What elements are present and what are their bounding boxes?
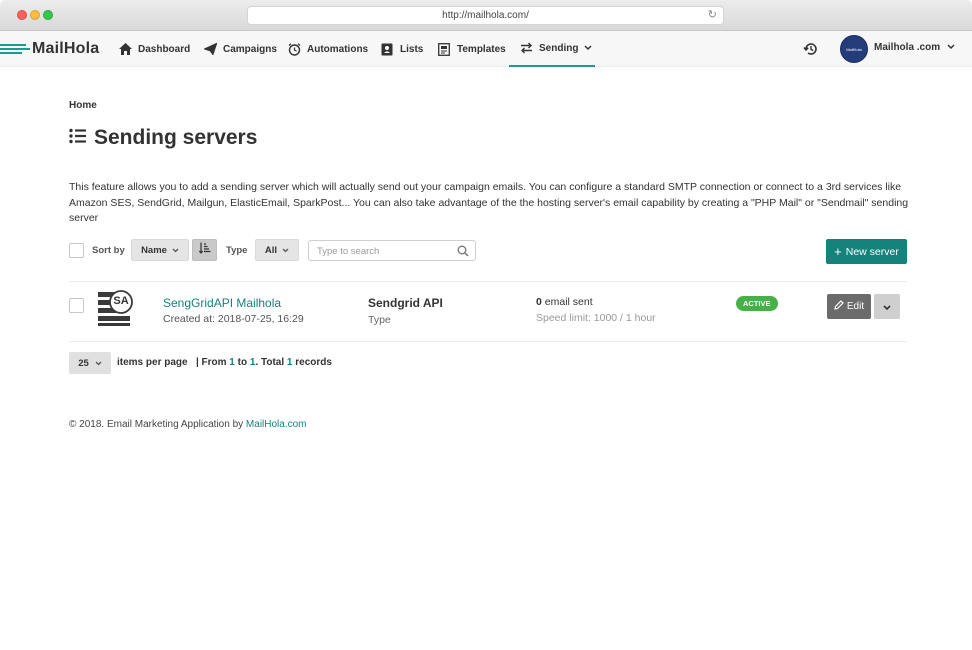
sort-amount-icon [198,241,211,259]
pager-total-word: . Total [255,357,285,368]
pager-summary: items per page | From 1 to 1. Total 1 re… [117,357,332,368]
nav-item-label: Campaigns [223,43,277,55]
pagination: 25 items per page | From 1 to 1. Total 1… [69,352,569,374]
account-name: Mailhola .com [874,41,941,53]
per-page-value: 25 [78,357,89,369]
speed-limit: Speed limit: 1000 / 1 hour [536,312,656,324]
plus-icon: + [834,244,842,259]
server-created-at: Created at: 2018-07-25, 16:29 [163,313,304,325]
top-navigation: MailHola Dashboard Campaigns Automations… [0,31,972,67]
history-icon[interactable] [803,41,819,57]
account-menu[interactable]: Mailhola .com [874,31,955,63]
nav-item-label: Sending [539,42,579,54]
list-icon [69,128,86,149]
nav-item-sending[interactable]: Sending [509,31,595,67]
sort-select-value: Name [141,244,167,256]
alarm-clock-icon [287,42,301,56]
type-filter-value: All [264,244,278,256]
close-window-button[interactable] [17,10,27,20]
search-input[interactable] [309,242,449,261]
emails-sent-label: email sent [544,296,593,308]
emails-sent-count: 0 [536,296,542,308]
pager-records-word: records [295,357,332,368]
per-page-select[interactable]: 25 [69,352,111,374]
footer-link[interactable]: MailHola.com [246,419,307,430]
chevron-down-icon [172,245,179,256]
row-actions-dropdown[interactable] [874,294,900,319]
nav-item-campaigns[interactable]: Campaigns [203,31,277,67]
sort-direction-button[interactable] [192,239,217,261]
browser-chrome: http://mailhola.com/ ↻ [0,0,972,31]
pager-from: 1 [229,357,235,368]
row-checkbox[interactable] [69,298,84,313]
breadcrumb-home[interactable]: Home [69,100,97,111]
edit-label: Edit [846,301,865,312]
type-filter-select[interactable]: All [255,239,299,261]
paper-plane-icon [203,42,217,56]
brand-logo[interactable]: MailHola [0,38,99,60]
zoom-window-button[interactable] [43,10,53,20]
address-book-icon [380,42,394,56]
brand-name: MailHola [32,40,100,57]
breadcrumb[interactable]: Home [69,100,97,111]
page-title-text: Sending servers [94,126,258,149]
nav-item-templates[interactable]: Templates [437,31,506,67]
search-icon[interactable] [457,244,469,257]
home-icon [118,42,132,56]
minimize-window-button[interactable] [30,10,40,20]
pager-from-prefix: | From [195,357,227,368]
new-server-label: New server [845,245,899,258]
server-type-label: Type [368,314,391,326]
nav-item-lists[interactable]: Lists [380,31,423,67]
page-title: Sending servers [69,124,257,152]
emails-sent: 0 email sent [536,296,593,308]
server-type: Sendgrid API [368,296,443,310]
server-name-link[interactable]: SengGridAPI Mailhola [163,296,281,310]
footer: © 2018. Email Marketing Application by M… [69,419,307,430]
server-icon: SA [98,290,136,326]
pencil-icon [834,300,844,313]
avatar[interactable]: MailHola [840,35,868,63]
divider [69,341,907,342]
chevron-down-icon [947,42,955,53]
nav-item-label: Dashboard [138,43,191,55]
nav-item-automations[interactable]: Automations [287,31,368,67]
search-box [308,240,476,261]
type-filter-label: Type [226,245,248,256]
pager-total: 1 [286,357,293,368]
per-page-label: items per page [117,357,188,368]
sort-by-label: Sort by [92,245,125,256]
select-all-checkbox[interactable] [69,243,84,258]
exchange-icon [519,41,533,55]
avatar-text: MailHola [846,46,862,52]
template-icon [437,42,451,56]
pager-to-word: to [237,357,248,368]
table-row: SA SengGridAPI Mailhola Created at: 2018… [69,282,907,340]
address-bar-url: http://mailhola.com/ [442,10,529,21]
edit-button[interactable]: Edit [827,294,871,319]
reload-icon[interactable]: ↻ [708,7,717,24]
status-badge: ACTIVE [736,296,778,311]
chevron-down-icon [584,43,592,54]
chevron-down-icon [282,245,289,256]
chevron-down-icon [95,358,102,369]
page-description: This feature allows you to add a sending… [69,181,909,225]
address-bar[interactable]: http://mailhola.com/ ↻ [247,6,724,25]
list-toolbar: Sort by Name Type All + New server [69,239,907,264]
nav-item-label: Lists [400,43,424,55]
server-initials: SA [113,295,129,307]
nav-item-label: Automations [307,43,369,55]
nav-item-label: Templates [457,43,506,55]
nav-item-dashboard[interactable]: Dashboard [118,31,190,67]
footer-text: © 2018. Email Marketing Application by [69,419,244,430]
chevron-down-icon [883,298,891,316]
sort-select[interactable]: Name [131,239,189,261]
logo-mark-icon [0,42,30,56]
new-server-button[interactable]: + New server [826,239,907,264]
